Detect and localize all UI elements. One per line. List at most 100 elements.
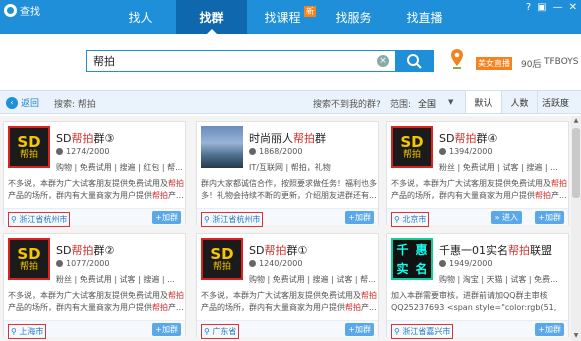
scroll-thumb[interactable] <box>572 128 580 198</box>
location-pin-icon: ⚲ <box>394 327 400 336</box>
close-button[interactable]: ✕ <box>569 2 577 13</box>
group-avatar[interactable]: SD 帮拍 <box>201 238 243 280</box>
group-card[interactable]: 时尚丽人帮拍群 1868/2000 IT/互联网 | 帮拍，礼物 群内大家都诚信合作，… <box>196 121 379 227</box>
tab-label: 找直播 <box>406 10 443 25</box>
group-card[interactable]: SD 帮拍 SD帮拍群③ 1274/2000 购物 | 免费试用 | 搜遍 | 红包 |… <box>3 121 186 227</box>
group-location: ⚲ 浙江省嘉兴市 <box>391 324 454 339</box>
join-group-button[interactable]: +加群 <box>345 211 374 224</box>
tab-label: 找群 <box>199 10 224 25</box>
tab-find-groups[interactable]: 找群 <box>176 0 247 34</box>
search-input[interactable]: 帮拍 <box>93 53 115 69</box>
desc-highlight: 帮拍 <box>168 291 184 300</box>
desc-part: 产... <box>168 303 184 312</box>
clear-search-icon[interactable]: × <box>377 55 389 67</box>
range-label: 范围: <box>390 100 412 110</box>
location-pin-icon: ⚲ <box>204 215 210 224</box>
member-count: 1949/2000 <box>439 259 492 268</box>
group-card[interactable]: SD 帮拍 SD帮拍群④ 1394/2000 粉丝 | 免费试用 | 试客 | 搜遍 |… <box>386 121 569 227</box>
desc-highlight: 帮拍 <box>345 303 361 312</box>
group-name[interactable]: SD帮拍群④ <box>439 130 497 146</box>
minimize-button[interactable]: — <box>553 2 563 13</box>
name-part: 群① <box>286 244 308 257</box>
person-icon <box>249 148 256 155</box>
group-name[interactable]: SD帮拍群③ <box>56 130 114 146</box>
user-age-tag[interactable]: 90后 <box>521 57 541 70</box>
tab-find-people[interactable]: 找人 <box>105 0 176 34</box>
card-footer: ⚲ 北京市 » 进入 +加群 <box>387 208 568 227</box>
filter-bar: ‹ 返回 搜索: 帮拍 搜索不到我的群? 范围: 全国 ▼ 默认 人数 活跃度 <box>0 90 581 114</box>
group-name[interactable]: SD帮拍群① <box>249 242 307 258</box>
location-text: 北京市 <box>402 215 427 224</box>
group-avatar[interactable]: 千惠实名 <box>391 238 433 280</box>
back-button[interactable]: ‹ 返回 <box>6 96 39 109</box>
sort-members[interactable]: 人数 <box>501 91 537 113</box>
range-select[interactable]: 全国 <box>418 97 436 110</box>
group-name[interactable]: 千惠一01实名帮拍联盟 <box>439 242 552 258</box>
group-card[interactable]: SD 帮拍 SD帮拍群① 1240/2000 购物 | 免费试用 | 搜遍 | 试客 |… <box>196 233 379 339</box>
scroll-down-icon[interactable]: ▼ <box>571 331 581 341</box>
skin-icon[interactable]: ▣ <box>537 2 546 13</box>
chevron-down-icon[interactable]: ▼ <box>448 98 453 106</box>
location-pin-icon[interactable] <box>450 48 464 70</box>
logo-text: 帮拍 <box>19 149 38 160</box>
join-group-button[interactable]: +加群 <box>152 211 181 224</box>
group-card[interactable]: 千惠实名千惠一01实名帮拍联盟 1949/2000 购物 | 淘宝 | 天猫 | 试… <box>386 233 569 339</box>
member-count-text: 1240/2000 <box>259 259 303 268</box>
desc-part: 不多说，本群为广大试客朋友提供免费试用及 <box>8 291 168 300</box>
search-area: 帮拍 × 美女直播 90后 TFBOYS <box>0 34 581 90</box>
name-highlight: 帮拍 <box>71 132 94 145</box>
desc-part: 产... <box>361 303 377 312</box>
member-count: 1274/2000 <box>56 147 109 156</box>
group-location: ⚲ 浙江省杭州市 <box>201 212 264 227</box>
search-button[interactable] <box>396 50 434 72</box>
group-location: ⚲ 广东省 <box>201 324 240 339</box>
group-avatar[interactable]: SD 帮拍 <box>8 126 50 168</box>
scrollbar[interactable]: ▲ ▼ <box>571 116 581 341</box>
cant-find-group-link[interactable]: 搜索不到我的群? <box>313 97 381 110</box>
group-name[interactable]: SD帮拍群② <box>56 242 114 258</box>
desc-highlight: 帮拍 <box>152 191 168 200</box>
group-tags: 购物 | 淘宝 | 天猫 | 试客 | 免费... <box>439 275 558 284</box>
join-group-button[interactable]: +加群 <box>535 323 564 336</box>
help-icon[interactable]: ? <box>526 2 531 13</box>
group-avatar[interactable]: SD 帮拍 <box>391 126 433 168</box>
card-footer: ⚲ 浙江省杭州市 +加群 <box>197 208 378 227</box>
main-nav: 找人 找群 找课程新 找服务 找直播 <box>105 0 460 34</box>
desc-part: 产品的场所，群内有大量商家为用户提供 <box>8 303 152 312</box>
tab-find-services[interactable]: 找服务 <box>318 0 389 34</box>
name-part: SD <box>56 132 72 145</box>
group-location: ⚲ 浙江省杭州市 <box>8 212 71 227</box>
name-part: 群② <box>93 244 115 257</box>
app-logo-icon <box>4 4 17 17</box>
join-group-button[interactable]: +加群 <box>345 323 374 336</box>
tab-find-live[interactable]: 找直播 <box>389 0 460 34</box>
person-icon <box>439 260 446 267</box>
group-tags: 购物 | 免费试用 | 搜遍 | 试客 | 帮... <box>249 275 376 284</box>
back-label: 返回 <box>21 99 40 109</box>
group-name[interactable]: 时尚丽人帮拍群 <box>249 130 326 146</box>
logo-text: 帮拍 <box>19 261 38 272</box>
vip-badge[interactable]: 美女直播 <box>476 57 512 70</box>
desc-part: 不多说，本群为广大试客朋友提供免费试用及 <box>201 291 361 300</box>
scroll-up-icon[interactable]: ▲ <box>571 116 581 126</box>
join-group-button[interactable]: +加群 <box>535 211 564 224</box>
group-card[interactable]: SD 帮拍 SD帮拍群② 1077/2000 粉丝 | 免费试用 | 试客 | 搜遍 |… <box>3 233 186 339</box>
location-text: 浙江省杭州市 <box>19 215 68 224</box>
sort-default[interactable]: 默认 <box>465 91 501 113</box>
member-count: 1077/2000 <box>56 259 109 268</box>
app-title-text: 查找 <box>20 7 40 18</box>
tab-label: 找服务 <box>335 10 372 25</box>
desc-highlight: 帮拍 <box>535 191 551 200</box>
group-avatar[interactable] <box>201 126 243 168</box>
join-group-button[interactable]: +加群 <box>152 323 181 336</box>
logo-text: SD <box>17 244 41 263</box>
name-highlight: 帮拍 <box>293 132 315 145</box>
sort-activity[interactable]: 活跃度 <box>537 91 573 113</box>
sort-tabs: 默认 人数 活跃度 <box>465 91 573 113</box>
tab-find-courses[interactable]: 找课程新 <box>247 0 318 34</box>
user-interest-tag[interactable]: TFBOYS <box>544 57 579 67</box>
enter-group-button[interactable]: » 进入 <box>490 211 522 224</box>
group-avatar[interactable]: SD 帮拍 <box>8 238 50 280</box>
search-box[interactable]: 帮拍 × <box>86 50 396 72</box>
group-description: 不多说，本群为广大试客朋友提供免费试用及帮拍产品的场所，群内有大量商家为用户提供… <box>8 290 184 314</box>
